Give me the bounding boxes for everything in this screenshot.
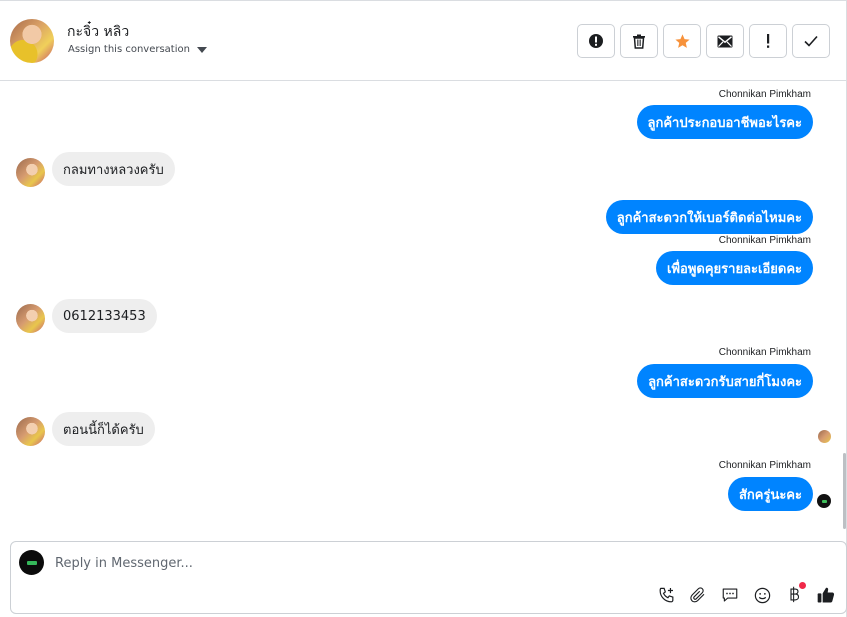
outgoing-message[interactable]: เพื่อพูดคุยรายละเอียดคะ [656,251,813,285]
reply-composer [10,541,847,614]
mark-done-button[interactable] [792,24,830,58]
conversation-actions [577,24,830,58]
star-button[interactable] [663,24,701,58]
delete-button[interactable] [620,24,658,58]
spam-button[interactable] [577,24,615,58]
outgoing-message[interactable]: ลูกค้าสะดวกให้เบอร์ติดต่อไหมคะ [605,200,813,234]
trash-icon [633,34,645,49]
contact-avatar[interactable] [10,19,54,63]
thread-scrollbar[interactable] [843,453,846,529]
sender-name: Chonnikan Pimkham [718,460,811,471]
composer-toolbar [656,582,836,605]
exclamation-icon [767,34,770,48]
assign-label: Assign this conversation [68,44,190,55]
assign-conversation-dropdown[interactable]: Assign this conversation [68,44,207,55]
message-thread[interactable]: Chonnikan Pimkham ลูกค้าประกอบอาชีพอะไรค… [0,82,845,534]
call-button[interactable] [656,585,676,605]
sender-name: Chonnikan Pimkham [718,89,811,100]
contact-avatar-small[interactable] [16,158,45,187]
caret-down-icon [196,46,207,53]
attach-button[interactable] [688,585,708,605]
conversation-header: กะจิ๋ว หลิว Assign this conversation [0,1,846,81]
like-button[interactable] [816,585,836,605]
phone-add-icon [659,587,673,602]
page-read-indicator [817,494,831,508]
envelope-icon [717,35,733,47]
paperclip-icon [690,587,705,603]
outgoing-message[interactable]: ลูกค้าประกอบอาชีพอะไรคะ [636,105,813,139]
sender-name: Chonnikan Pimkham [718,347,811,358]
contact-avatar-small[interactable] [16,304,45,333]
incoming-message[interactable]: 0612133453 [52,299,157,333]
checkmark-icon [804,35,818,47]
mark-unread-button[interactable] [706,24,744,58]
reply-input[interactable] [55,554,815,572]
saved-replies-button[interactable] [720,585,740,605]
saved-reply-icon [722,588,738,602]
emoji-button[interactable] [752,585,772,605]
contact-name[interactable]: กะจิ๋ว หลิว [67,21,129,43]
star-icon [674,33,690,48]
contact-avatar-small[interactable] [16,417,45,446]
seen-indicator-avatar [818,430,831,443]
payment-button[interactable] [784,582,806,605]
emoji-icon [754,587,770,603]
notification-dot [799,582,806,589]
outgoing-message[interactable]: สักครู่นะคะ [727,477,813,511]
exclamation-circle-icon [589,34,603,48]
page-avatar [19,550,44,575]
outgoing-message[interactable]: ลูกค้าสะดวกรับสายกี่โมงคะ [637,364,813,398]
sender-name: Chonnikan Pimkham [718,235,811,246]
thumbs-up-icon [817,587,835,603]
incoming-message[interactable]: ตอนนี้ก็ได้ครับ [52,412,155,446]
incoming-message[interactable]: กลมทางหลวงครับ [52,152,175,186]
flag-button[interactable] [749,24,787,58]
